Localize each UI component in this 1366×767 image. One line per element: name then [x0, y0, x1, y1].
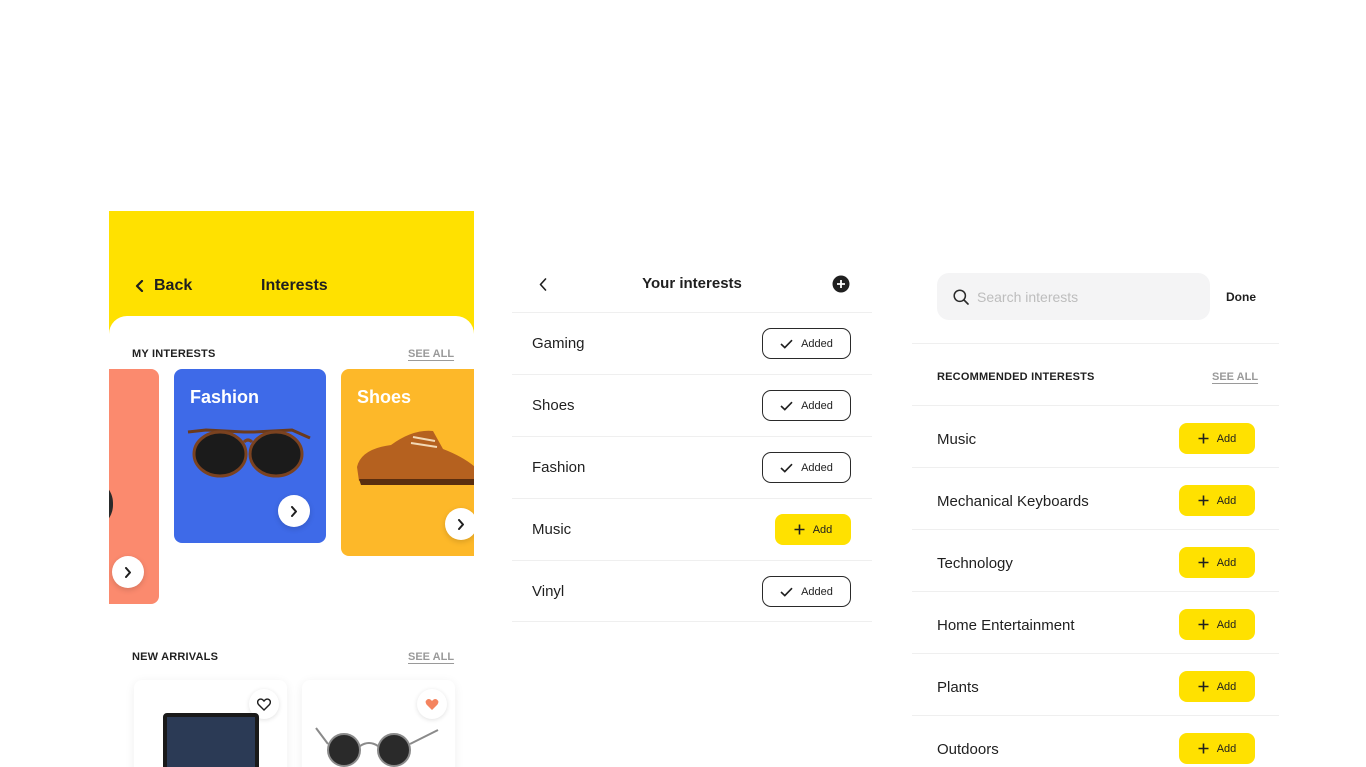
heart-filled-icon[interactable] [417, 689, 447, 719]
interest-label: Music [937, 431, 977, 448]
button-label: Add [1216, 618, 1237, 631]
product-card-laptop[interactable] [134, 680, 287, 767]
my-interests-heading: MY INTERESTS [132, 348, 216, 360]
button-label: Add [812, 523, 833, 536]
button-label: Add [1216, 494, 1237, 507]
plus-icon [1198, 681, 1209, 692]
button-label: Added [801, 399, 833, 412]
check-icon [780, 587, 793, 597]
add-button[interactable]: Add [775, 514, 851, 545]
recommended-row: Outdoors Add [912, 715, 1279, 767]
interest-card-partial[interactable] [109, 369, 159, 604]
recommended-interests-screen: Search interests Done RECOMMENDED INTERE… [912, 260, 1279, 767]
section-header-row: RECOMMENDED INTERESTS SEE ALL [912, 343, 1279, 405]
see-all-link[interactable]: SEE ALL [408, 651, 454, 663]
page-title: Your interests [642, 275, 742, 292]
interest-row: Vinyl Added [512, 560, 872, 622]
recommended-row: Home Entertainment Add [912, 591, 1279, 653]
interest-label: Technology [937, 555, 1013, 572]
round-sunglasses-image [315, 727, 439, 767]
button-label: Add [1216, 556, 1237, 569]
added-button[interactable]: Added [762, 390, 851, 421]
interest-label: Gaming [532, 335, 585, 352]
interest-label: Home Entertainment [937, 617, 1075, 634]
interest-row: Shoes Added [512, 374, 872, 436]
interest-row: Gaming Added [512, 312, 872, 374]
card-image [109, 479, 113, 529]
button-label: Added [801, 337, 833, 350]
interest-label: Shoes [532, 397, 575, 414]
interest-row: Fashion Added [512, 436, 872, 498]
plus-icon [1198, 557, 1209, 568]
see-all-link[interactable]: SEE ALL [1212, 371, 1258, 383]
added-button[interactable]: Added [762, 576, 851, 607]
shoe-image [357, 430, 474, 485]
search-icon [953, 288, 969, 305]
search-field[interactable]: Search interests [937, 273, 1210, 320]
sunglasses-image [187, 428, 311, 478]
button-label: Add [1216, 432, 1237, 445]
add-button[interactable]: Add [1179, 733, 1255, 764]
interest-label: Fashion [532, 459, 586, 476]
page-title: Interests [261, 277, 328, 294]
check-icon [780, 339, 793, 349]
interest-row: Music Add [512, 498, 872, 560]
chevron-right-icon[interactable] [445, 508, 474, 540]
interest-card-shoes[interactable]: Shoes [341, 369, 474, 556]
interest-label: Outdoors [937, 741, 999, 758]
plus-icon [1198, 743, 1209, 754]
add-button[interactable]: Add [1179, 423, 1255, 454]
add-button[interactable]: Add [1179, 671, 1255, 702]
interest-label: Vinyl [532, 583, 565, 600]
button-label: Add [1216, 680, 1237, 693]
product-card-sunglasses[interactable] [302, 680, 455, 767]
see-all-link[interactable]: SEE ALL [408, 348, 454, 360]
plus-icon [1198, 495, 1209, 506]
card-title: Fashion [190, 387, 260, 407]
interest-label: Music [532, 521, 572, 538]
add-button[interactable]: Add [1179, 485, 1255, 516]
added-button[interactable]: Added [762, 452, 851, 483]
added-button[interactable]: Added [762, 328, 851, 359]
button-label: Added [801, 585, 833, 598]
interest-label: Mechanical Keyboards [937, 493, 1089, 510]
interest-card-fashion[interactable]: Fashion [174, 369, 326, 543]
your-interests-screen: Your interests Gaming Added Shoes Added … [512, 250, 872, 630]
content-sheet: MY INTERESTS SEE ALL Fashion Shoes NEW A… [109, 316, 474, 767]
done-button[interactable]: Done [1226, 290, 1256, 304]
recommended-row: Mechanical Keyboards Add [912, 467, 1279, 529]
add-button[interactable]: Add [1179, 547, 1255, 578]
recommended-row: Plants Add [912, 653, 1279, 715]
check-icon [780, 463, 793, 473]
button-label: Added [801, 461, 833, 474]
add-button[interactable]: Add [1179, 609, 1255, 640]
card-title: Shoes [357, 387, 412, 407]
chevron-left-icon [135, 280, 144, 292]
add-circle-icon[interactable] [832, 275, 850, 293]
chevron-right-icon[interactable] [112, 556, 144, 588]
interest-label: Plants [937, 679, 979, 696]
recommended-row: Music Add [912, 405, 1279, 467]
chevron-right-icon[interactable] [278, 495, 310, 527]
new-arrivals-heading: NEW ARRIVALS [132, 651, 219, 663]
recommended-row: Technology Add [912, 529, 1279, 591]
button-label: Add [1216, 742, 1237, 755]
plus-icon [1198, 619, 1209, 630]
recommended-heading: RECOMMENDED INTERESTS [937, 371, 1095, 383]
back-button[interactable]: Back [135, 277, 192, 295]
laptop-image [163, 713, 259, 767]
plus-icon [794, 524, 805, 535]
search-placeholder: Search interests [977, 288, 1079, 305]
back-label: Back [154, 277, 193, 294]
plus-icon [1198, 433, 1209, 444]
check-icon [780, 401, 793, 411]
interests-overview-screen: Back Interests MY INTERESTS SEE ALL Fash… [109, 211, 474, 767]
